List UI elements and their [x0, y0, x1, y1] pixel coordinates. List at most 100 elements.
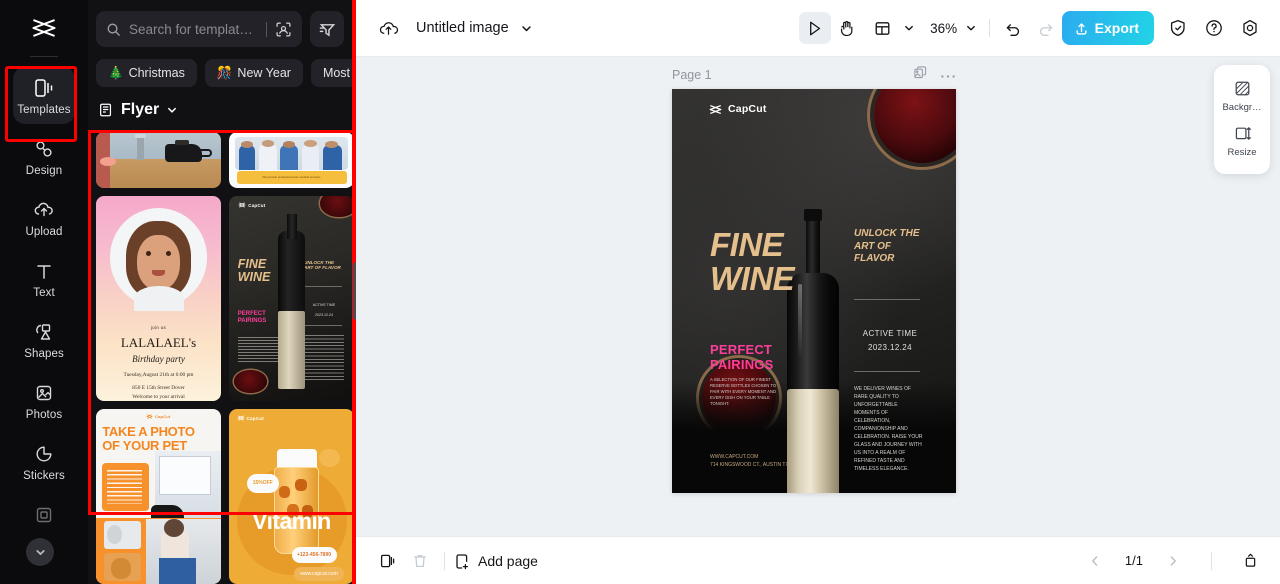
background-button[interactable]: Backgr…: [1214, 74, 1270, 119]
redo-icon: [1040, 23, 1053, 36]
poster-pink-title: PERFECT PAIRINGS: [710, 342, 773, 372]
canvas-area[interactable]: Page 1 CapCut FINE WINE UNLOCK THE ART O…: [356, 57, 1280, 536]
resize-icon: [1235, 127, 1251, 140]
poster-brand-label: CapCut: [728, 103, 767, 115]
layout-chevron-down-icon[interactable]: [899, 12, 919, 44]
background-icon: [1235, 81, 1249, 96]
image-search-icon[interactable]: [275, 21, 292, 38]
duplicate-icon: [380, 554, 395, 567]
settings-button[interactable]: [1234, 12, 1266, 44]
poster-brand: CapCut: [708, 103, 767, 115]
undo-button[interactable]: [998, 12, 1030, 44]
page-actions: [913, 65, 956, 85]
filter-button[interactable]: [310, 11, 344, 47]
sidebar-item-text[interactable]: Text: [13, 250, 75, 307]
sidebar-item-label: Photos: [25, 409, 63, 421]
template-card-vitamin[interactable]: CapCut 15%OFF Vitamin +123-456-7890 www.…: [229, 409, 354, 584]
chip-label: New Year: [237, 66, 291, 80]
search-icon: [107, 23, 120, 36]
document-title[interactable]: Untitled image: [416, 20, 509, 36]
chevron-right-icon: [1170, 555, 1176, 566]
prev-page-button[interactable]: [1079, 545, 1111, 577]
zoom-level[interactable]: 36%: [927, 21, 961, 36]
capcut-logo: [709, 104, 722, 114]
more-options-icon: [941, 75, 955, 78]
template-card-birthday[interactable]: join us LALALAEL's Birthday party Tuesda…: [96, 196, 221, 401]
page-label: Page 1: [672, 68, 712, 82]
cloud-upload-icon[interactable]: [372, 12, 404, 44]
capcut-logo: [146, 414, 153, 419]
help-button[interactable]: [1198, 12, 1230, 44]
chip-christmas[interactable]: 🎄 Christmas: [96, 59, 197, 87]
delete-button[interactable]: [404, 545, 436, 577]
panel-resize-handle[interactable]: [353, 262, 356, 320]
chevron-down-icon: [35, 549, 45, 555]
collapse-panel-button[interactable]: [1234, 545, 1266, 577]
bottom-toolbar: Add page 1/1: [356, 536, 1280, 584]
zoom-chevron-down-icon[interactable]: [961, 12, 981, 44]
photos-icon: [33, 381, 55, 405]
redo-button[interactable]: [1030, 12, 1062, 44]
shield-check-button[interactable]: [1162, 12, 1194, 44]
next-page-button[interactable]: [1157, 545, 1189, 577]
upload-icon: [1076, 22, 1087, 35]
template-card-medical[interactable]: We provide professional pet medical serv…: [229, 132, 354, 188]
shapes-icon: [33, 320, 55, 344]
sidebar-item-photos[interactable]: Photos: [13, 372, 75, 429]
chevron-left-icon: [1092, 555, 1098, 566]
duplicate-page-button[interactable]: [913, 65, 928, 85]
duplicate-button[interactable]: [372, 545, 404, 577]
main-area: Untitled image 36% Export Page 1 CapCut …: [356, 0, 1280, 584]
top-toolbar: Untitled image 36% Export: [356, 0, 1280, 57]
pet-template-headline: TAKE A PHOTO OF YOUR PET: [102, 423, 195, 453]
poster-footer: WWW.CAPCUT.COM 714 KINGSWOOD CT., AUSTIN…: [710, 453, 789, 469]
bottom-divider: [444, 551, 445, 570]
add-page-button[interactable]: Add page: [453, 552, 538, 570]
title-chevron-down-icon[interactable]: [516, 12, 538, 44]
resize-button[interactable]: Resize: [1214, 119, 1270, 164]
category-header[interactable]: Flyer: [88, 87, 356, 127]
search-divider: [266, 21, 267, 37]
rail-scroll-down-button[interactable]: [26, 538, 54, 566]
vitamin-template-brand: CapCut: [236, 415, 265, 421]
page-more-button[interactable]: [940, 66, 956, 84]
hand-tool-button[interactable]: [831, 12, 863, 44]
search-input[interactable]: Search for templat…: [96, 11, 302, 47]
template-card-pet[interactable]: CapCut TAKE A PHOTO OF YOUR PET: [96, 409, 221, 584]
layout-tool-button[interactable]: [867, 12, 899, 44]
capcut-logo[interactable]: [0, 0, 88, 56]
right-tool-panel: Backgr… Resize: [1214, 65, 1270, 174]
pager-divider: [1211, 551, 1212, 570]
chip-new-year[interactable]: 🎊 New Year: [204, 59, 303, 87]
upload-cloud-icon: [33, 198, 55, 222]
undo-icon: [1006, 23, 1020, 36]
template-card-wine[interactable]: CapCut FINE WINE UNLOCK THE ART OF FLAVO…: [229, 196, 354, 401]
sidebar-item-label: Upload: [25, 226, 63, 238]
poster-subheadline: UNLOCK THE ART OF FLAVOR: [854, 228, 920, 264]
chip-most[interactable]: Most: [310, 59, 356, 87]
template-card-coffee[interactable]: [96, 132, 221, 188]
search-placeholder: Search for templat…: [129, 21, 253, 37]
sidebar-item-upload[interactable]: Upload: [13, 189, 75, 246]
poster-headline-line2: WINE: [710, 260, 795, 297]
sidebar-item-templates[interactable]: Templates: [13, 67, 75, 124]
design-icon: [33, 137, 55, 161]
sidebar-item-stickers[interactable]: Stickers: [13, 433, 75, 490]
poster-body-right: WE DELIVER WINES OF RARE QUALITY TO UNFO…: [854, 386, 923, 472]
resize-label: Resize: [1227, 147, 1257, 158]
poster-canvas[interactable]: CapCut FINE WINE UNLOCK THE ART OF FLAVO…: [672, 89, 956, 493]
layout-icon: [875, 21, 890, 35]
category-name: Flyer: [121, 101, 160, 118]
sidebar-item-label: Templates: [17, 104, 71, 116]
poster-rule-bottom: [854, 371, 920, 372]
page-indicator: 1/1: [1124, 553, 1143, 568]
category-chips: 🎄 Christmas 🎊 New Year Most: [88, 47, 356, 87]
select-tool-button[interactable]: [798, 12, 831, 44]
sidebar-item-design[interactable]: Design: [13, 128, 75, 185]
sidebar-item-frames[interactable]: [13, 494, 75, 538]
sidebar-item-shapes[interactable]: Shapes: [13, 311, 75, 368]
page-header: Page 1: [672, 65, 956, 85]
filter-icon: [319, 23, 335, 36]
export-button[interactable]: Export: [1061, 11, 1154, 45]
poster-active-time-label: ACTIVE TIME: [862, 329, 918, 338]
